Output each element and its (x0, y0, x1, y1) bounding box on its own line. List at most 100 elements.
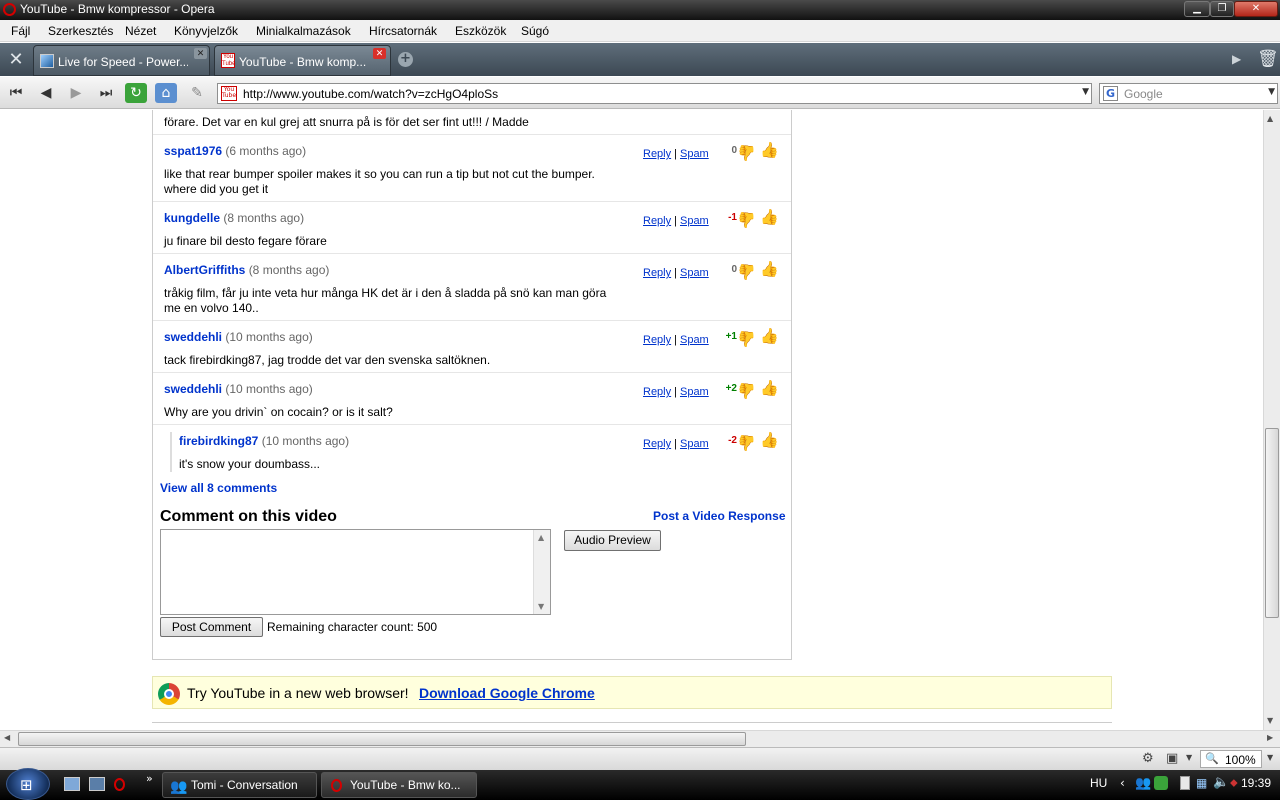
spam-link[interactable]: Spam (680, 215, 709, 227)
thumbs-down-icon[interactable]: 👍 (737, 262, 756, 280)
chevron-down-icon[interactable]: ▼ (1268, 87, 1275, 97)
thumbs-down-icon[interactable]: 👍 (737, 433, 756, 451)
scroll-thumb[interactable] (18, 732, 746, 746)
tab-label: Live for Speed - Power... (58, 55, 188, 69)
thumbs-down-icon[interactable]: 👍 (737, 143, 756, 161)
thumbs-down-icon[interactable]: 👍 (737, 210, 756, 228)
scroll-left-icon[interactable]: ◀ (4, 733, 10, 742)
comment-author[interactable]: sweddehli (164, 330, 222, 344)
switch-windows-icon[interactable] (89, 777, 105, 791)
taskbar-button-opera[interactable]: YouTube - Bmw ko... (321, 772, 477, 798)
menu-help[interactable]: Súgó (521, 24, 549, 38)
reply-link[interactable]: Reply (643, 438, 671, 450)
scroll-down-icon[interactable]: ▼ (538, 602, 544, 611)
comment-author[interactable]: kungdelle (164, 211, 220, 225)
spam-link[interactable]: Spam (680, 148, 709, 160)
thumbs-down-icon[interactable]: 👍 (737, 381, 756, 399)
download-chrome-link[interactable]: Download Google Chrome (419, 685, 595, 701)
menu-view[interactable]: Nézet (125, 24, 156, 38)
network-tray-icon[interactable]: ▦ (1196, 776, 1207, 790)
language-indicator[interactable]: HU (1090, 776, 1107, 790)
post-comment-button[interactable]: Post Comment (160, 617, 263, 637)
battery-tray-icon[interactable] (1180, 776, 1190, 790)
menu-file[interactable]: Fájl (11, 24, 30, 38)
spam-link[interactable]: Spam (680, 386, 709, 398)
fast-forward-icon[interactable]: ⏭ (95, 83, 117, 103)
thumbs-up-icon[interactable]: 👍 (760, 432, 779, 450)
minimize-button[interactable]: ▁ (1184, 1, 1210, 17)
speed-dial-icon[interactable]: ⚙ (1142, 751, 1154, 766)
menu-edit[interactable]: Szerkesztés (48, 24, 113, 38)
volume-tray-icon[interactable]: 🔈 (1213, 775, 1229, 790)
thumbs-up-icon[interactable]: 👍 (760, 209, 779, 227)
image-toggle-icon[interactable]: ▣ (1166, 751, 1178, 766)
chevron-right-icon[interactable]: » (146, 772, 153, 785)
search-field[interactable]: G Google ▼ (1099, 83, 1278, 104)
address-field[interactable]: You Tube http://www.youtube.com/watch?v=z… (217, 83, 1092, 104)
rewind-icon[interactable]: ⏮ (5, 83, 27, 103)
back-icon[interactable]: ◀ (35, 83, 57, 103)
scroll-right-icon[interactable]: ▶ (1267, 733, 1273, 742)
tab-close-icon[interactable]: ✕ (373, 48, 386, 59)
comment-author[interactable]: sspat1976 (164, 144, 222, 158)
post-video-response-link[interactable]: Post a Video Response (653, 509, 786, 523)
comment-textarea[interactable]: ▲ ▼ (160, 529, 551, 615)
tab-close-icon[interactable]: ✕ (194, 48, 207, 59)
tools-panel-icon[interactable]: ✕ (5, 49, 27, 71)
show-desktop-icon[interactable] (64, 777, 80, 791)
tab-youtube[interactable]: You Tube YouTube - Bmw komp... ✕ (214, 45, 391, 76)
reply-link[interactable]: Reply (643, 334, 671, 346)
reply-link[interactable]: Reply (643, 148, 671, 160)
zoom-control[interactable]: 🔍 100% (1200, 750, 1262, 768)
start-button[interactable]: ⊞ (6, 768, 50, 800)
audio-preview-button[interactable]: Audio Preview (564, 530, 661, 551)
clock[interactable]: 19:39 (1241, 776, 1271, 790)
menu-feeds[interactable]: Hírcsatornák (369, 24, 437, 38)
separator: | (674, 267, 677, 279)
comment-author[interactable]: sweddehli (164, 382, 222, 396)
menu-widgets[interactable]: Minialkalmazások (256, 24, 351, 38)
spam-link[interactable]: Spam (680, 438, 709, 450)
spam-link[interactable]: Spam (680, 267, 709, 279)
reply-link[interactable]: Reply (643, 386, 671, 398)
chevron-down-icon[interactable]: ▼ (1082, 87, 1089, 97)
thumbs-up-icon[interactable]: 👍 (760, 380, 779, 398)
vertical-scrollbar[interactable]: ▲ ▼ (1263, 110, 1280, 730)
comment-author[interactable]: AlbertGriffiths (164, 263, 245, 277)
reply-link[interactable]: Reply (643, 215, 671, 227)
security-tray-icon[interactable]: ⬥ (1230, 776, 1238, 790)
menu-bookmarks[interactable]: Könyvjelzők (174, 24, 238, 38)
thumbs-up-icon[interactable]: 👍 (760, 261, 779, 279)
chevron-down-icon[interactable]: ▼ (1186, 753, 1192, 762)
tab-live-for-speed[interactable]: Live for Speed - Power... ✕ (33, 45, 210, 76)
sync-tray-icon[interactable] (1154, 776, 1168, 790)
trash-icon[interactable]: 🗑 (1257, 48, 1279, 70)
spam-link[interactable]: Spam (680, 334, 709, 346)
textarea-scrollbar[interactable]: ▲ ▼ (533, 530, 550, 614)
new-tab-plus-icon[interactable]: + (398, 52, 413, 67)
comment-author[interactable]: firebirdking87 (179, 434, 258, 448)
tab-scroll-icon[interactable]: ▶ (1232, 52, 1241, 66)
chevron-left-icon[interactable]: ‹ (1120, 776, 1125, 790)
scroll-thumb[interactable] (1265, 428, 1279, 618)
scroll-up-icon[interactable]: ▲ (538, 533, 544, 542)
close-window-button[interactable]: ✕ (1234, 1, 1278, 17)
taskbar-button-conversation[interactable]: 👥 Tomi - Conversation (162, 772, 317, 798)
scroll-down-icon[interactable]: ▼ (1267, 716, 1273, 725)
thumbs-up-icon[interactable]: 👍 (760, 328, 779, 346)
view-all-comments-link[interactable]: View all 8 comments (160, 481, 277, 495)
opera-quicklaunch-icon[interactable] (114, 778, 125, 791)
maximize-button[interactable]: ❐ (1210, 1, 1234, 17)
menu-tools[interactable]: Eszközök (455, 24, 506, 38)
messenger-tray-icon[interactable]: 👥 (1135, 776, 1151, 791)
reload-icon[interactable]: ↻ (125, 83, 147, 103)
reply-link[interactable]: Reply (643, 267, 671, 279)
chevron-down-icon[interactable]: ▼ (1267, 753, 1273, 762)
horizontal-scrollbar[interactable]: ◀ ▶ (0, 730, 1280, 747)
forward-icon[interactable]: ▶ (65, 83, 87, 103)
scroll-up-icon[interactable]: ▲ (1267, 114, 1273, 123)
thumbs-down-icon[interactable]: 👍 (737, 329, 756, 347)
thumbs-up-icon[interactable]: 👍 (760, 142, 779, 160)
home-icon[interactable]: ⌂ (155, 83, 177, 103)
edit-icon[interactable]: ✎ (186, 83, 208, 103)
